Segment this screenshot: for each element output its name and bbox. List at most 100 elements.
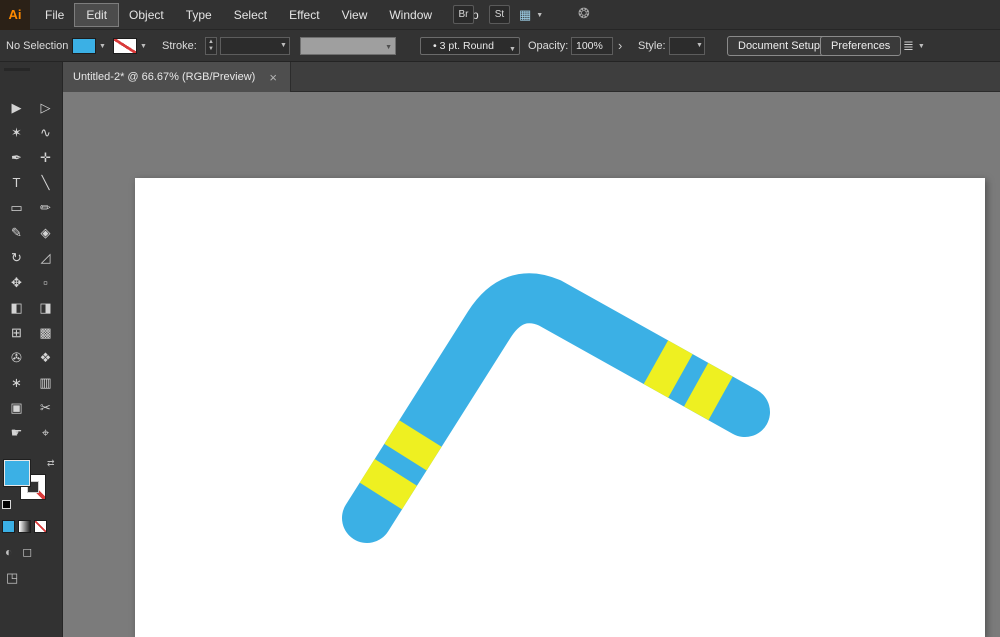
- perspective-grid-tool-icon[interactable]: ◨: [31, 299, 60, 316]
- fill-swatch[interactable]: [4, 460, 30, 486]
- draw-normal-icon[interactable]: ◐: [5, 545, 12, 559]
- rectangle-tool-icon[interactable]: ▭: [2, 199, 31, 216]
- stroke-weight-stepper[interactable]: ▲ ▼: [205, 37, 217, 55]
- menu-item-edit[interactable]: Edit: [74, 2, 120, 27]
- chevron-down-icon: ▼: [536, 11, 544, 19]
- menu-item-window[interactable]: Window: [378, 4, 443, 26]
- color-mode-row: [2, 520, 47, 533]
- document-tab-strip: Untitled-2* @ 66.67% (RGB/Preview) ×: [63, 62, 1000, 92]
- lasso-tool-icon[interactable]: ∿: [31, 124, 60, 141]
- gradient-button[interactable]: [18, 520, 31, 533]
- eyedropper-tool-icon[interactable]: ✇: [2, 349, 31, 366]
- panel-gripper[interactable]: [4, 68, 30, 71]
- boomerang-stripe[interactable]: [359, 459, 417, 510]
- boomerang-stripe[interactable]: [683, 362, 733, 421]
- workspace-switcher[interactable]: ▦ ▼: [519, 7, 543, 23]
- boomerang-stripe[interactable]: [643, 340, 693, 398]
- blend-tool-icon[interactable]: ❖: [31, 349, 60, 366]
- line-segment-tool-icon[interactable]: ╲: [31, 174, 60, 191]
- mesh-tool-icon[interactable]: ⊞: [2, 324, 31, 341]
- tool-grid: ▶ ▷ ✶ ∿ ✒ ✛ T ╲ ▭ ✏ ✎ ◈ ↻ ◿ ✥ ▫ ◧ ◨ ⊞ ▩ ✇ ❖ ∗ ▥ ▣ ✂ ☛ ⌖: [0, 99, 62, 441]
- style-label: Style:: [638, 40, 666, 52]
- pen-tool-icon[interactable]: ✒: [2, 149, 31, 166]
- bridge-button[interactable]: Br: [453, 5, 474, 24]
- stepper-down-icon[interactable]: ▼: [208, 46, 214, 53]
- artboard-tool-icon[interactable]: ▣: [2, 399, 31, 416]
- selection-tool-icon[interactable]: ▶: [2, 99, 31, 116]
- type-tool-icon[interactable]: T: [2, 174, 31, 191]
- pencil-tool-icon[interactable]: ✎: [2, 224, 31, 241]
- column-graph-tool-icon[interactable]: ▥: [31, 374, 60, 391]
- menu-item-select[interactable]: Select: [223, 4, 278, 26]
- control-bar: No Selection ▼ ▼ Stroke: ▲ ▼ ▼ ▼ • 3 pt.…: [0, 30, 1000, 62]
- workspace-icon: ▦: [519, 7, 532, 22]
- color-button[interactable]: [2, 520, 15, 533]
- close-icon[interactable]: ×: [269, 70, 277, 85]
- chevron-down-icon[interactable]: ▼: [99, 43, 106, 50]
- menu-item-effect[interactable]: Effect: [278, 4, 330, 26]
- menu-item-type[interactable]: Type: [175, 4, 223, 26]
- align-icon[interactable]: ≣: [903, 38, 914, 54]
- document-setup-button[interactable]: Document Setup: [727, 36, 831, 56]
- swap-fill-stroke-icon[interactable]: ⇄: [47, 458, 55, 469]
- chevron-down-icon[interactable]: ▼: [696, 42, 703, 49]
- symbol-sprayer-tool-icon[interactable]: ∗: [2, 374, 31, 391]
- illustrator-window: Ai File Edit Object Type Select Effect View Win…: [0, 0, 1000, 637]
- gradient-tool-icon[interactable]: ▩: [31, 324, 60, 341]
- magic-wand-tool-icon[interactable]: ✶: [2, 124, 31, 141]
- menu-item-object[interactable]: Object: [118, 4, 175, 26]
- fill-color-control[interactable]: ▼: [72, 38, 106, 54]
- variable-width-profile-combo[interactable]: ▼: [300, 37, 396, 55]
- stroke-label[interactable]: Stroke:: [162, 40, 197, 52]
- chevron-down-icon[interactable]: ▼: [140, 43, 147, 50]
- draw-behind-icon[interactable]: ◻: [22, 545, 32, 559]
- brush-value: 3 pt. Round: [439, 40, 494, 52]
- scale-tool-icon[interactable]: ◿: [31, 249, 60, 266]
- stock-button[interactable]: St: [489, 5, 510, 24]
- menu-bar: Ai File Edit Object Type Select Effect View Win…: [0, 0, 1000, 30]
- brush-definition-combo[interactable]: • 3 pt. Round: [420, 37, 507, 55]
- document-tab[interactable]: Untitled-2* @ 66.67% (RGB/Preview) ×: [63, 62, 291, 92]
- stroke-color-control[interactable]: ▼: [113, 38, 147, 54]
- chevron-down-icon: ▼: [509, 46, 516, 53]
- app-logo: Ai: [0, 0, 30, 30]
- stroke-none-swatch[interactable]: [113, 38, 137, 54]
- direct-selection-tool-icon[interactable]: ▷: [31, 99, 60, 116]
- brush-combo-arrow[interactable]: ▼: [506, 37, 520, 55]
- default-fill-stroke-icon[interactable]: [2, 500, 11, 509]
- opacity-more-button[interactable]: ›: [618, 38, 622, 53]
- width-tool-icon[interactable]: ✥: [2, 274, 31, 291]
- free-transform-tool-icon[interactable]: ▫: [31, 274, 60, 291]
- menu-items: File Edit Object Type Select Effect View Window…: [34, 0, 490, 30]
- add-anchor-point-tool-icon[interactable]: ✛: [31, 149, 60, 166]
- rotate-tool-icon[interactable]: ↻: [2, 249, 31, 266]
- artwork-svg: [342, 273, 770, 543]
- opacity-label[interactable]: Opacity:: [528, 40, 568, 52]
- screen-mode-row: ◳: [6, 570, 18, 586]
- paintbrush-tool-icon[interactable]: ✏: [31, 199, 60, 216]
- align-control[interactable]: ≣ ▼: [903, 38, 925, 54]
- none-button[interactable]: [34, 520, 47, 533]
- zoom-tool-icon[interactable]: ⌖: [31, 424, 60, 441]
- screen-mode-icon[interactable]: ◳: [6, 570, 18, 585]
- preferences-button[interactable]: Preferences: [820, 36, 902, 56]
- menu-item-view[interactable]: View: [331, 4, 379, 26]
- fill-color-swatch[interactable]: [72, 38, 96, 54]
- hand-tool-icon[interactable]: ☛: [2, 424, 31, 441]
- stepper-up-icon[interactable]: ▲: [208, 39, 214, 46]
- shaper-tool-icon[interactable]: ◈: [31, 224, 60, 241]
- boomerang-stripe[interactable]: [384, 420, 442, 471]
- tools-panel: ▶ ▷ ✶ ∿ ✒ ✛ T ╲ ▭ ✏ ✎ ◈ ↻ ◿ ✥ ▫ ◧ ◨ ⊞ ▩ ✇ ❖ ∗ ▥ ▣ ✂ ☛ ⌖ ⇄ ◐ ◻ ◳: [0, 62, 63, 637]
- canvas-area[interactable]: [63, 92, 1000, 637]
- fill-stroke-swatches: ⇄: [0, 458, 63, 514]
- opacity-field[interactable]: 100%: [571, 37, 613, 55]
- slice-tool-icon[interactable]: ✂: [31, 399, 60, 416]
- chevron-down-icon: ▼: [385, 44, 392, 51]
- artboard[interactable]: [135, 178, 985, 637]
- drawing-modes-row: ◐ ◻: [5, 545, 32, 559]
- shape-builder-tool-icon[interactable]: ◧: [2, 299, 31, 316]
- share-icon[interactable]: ❂: [578, 5, 590, 22]
- menu-item-file[interactable]: File: [34, 4, 75, 26]
- chevron-down-icon[interactable]: ▼: [280, 42, 287, 49]
- chevron-down-icon[interactable]: ▼: [918, 43, 925, 50]
